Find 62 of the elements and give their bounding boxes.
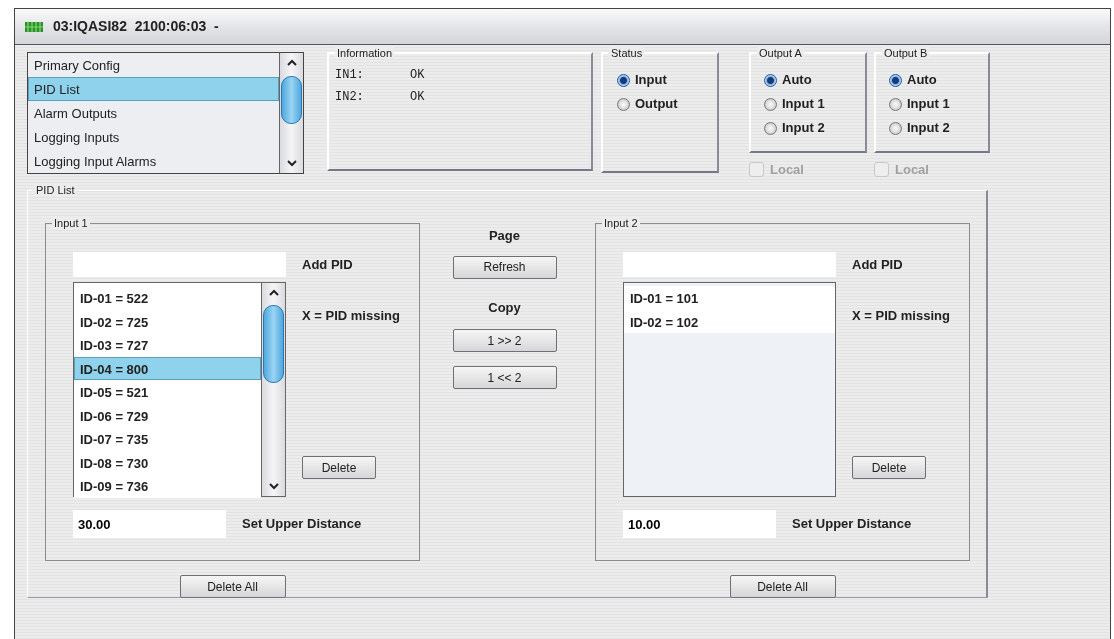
list-item[interactable]: Logging Inputs <box>28 125 279 149</box>
panel-title: Input 1 <box>52 217 90 229</box>
copy-button[interactable]: 1 << 2 <box>452 366 557 389</box>
copy-button[interactable]: 1 >> 2 <box>452 329 557 352</box>
info-value: OK <box>410 89 425 106</box>
delete-all-button[interactable]: Delete All <box>729 575 836 598</box>
input-field[interactable] <box>73 252 286 277</box>
app-icon <box>25 20 43 33</box>
field-label: Set Upper Distance <box>242 515 362 534</box>
panel-title: Output B <box>882 47 930 59</box>
panel-title: Information <box>335 47 395 59</box>
radio-button[interactable] <box>617 97 630 111</box>
section-label: Page <box>488 227 521 245</box>
legend-text: X = PID missing <box>852 307 950 325</box>
option-label: Input 2 <box>907 119 950 138</box>
info-label: IN2: <box>335 89 365 106</box>
option-label: Input 1 <box>782 95 825 114</box>
scrollbar[interactable] <box>279 53 303 173</box>
option-label: Input 2 <box>782 119 825 138</box>
list-item[interactable]: Alarm Outputs <box>28 101 279 125</box>
radio-button[interactable] <box>764 97 777 111</box>
legend-text: X = PID missing <box>302 307 400 325</box>
field-label: Add PID <box>852 255 903 274</box>
list-item[interactable]: Logging Input Alarms <box>28 149 279 173</box>
scrollbar[interactable] <box>261 283 285 496</box>
window-title: 03:IQASI82 2100:06:03 - <box>53 17 219 36</box>
panel-title: Output A <box>757 47 804 59</box>
info-label: IN1: <box>335 67 365 84</box>
list-item[interactable]: PID List <box>28 77 279 101</box>
option-label: Auto <box>907 71 937 90</box>
radio-button[interactable] <box>764 121 777 135</box>
option-label: Auto <box>782 71 812 90</box>
checkbox-label: Local <box>770 161 804 179</box>
delete-all-button[interactable]: Delete All <box>179 575 286 598</box>
panel-title: Status <box>609 47 645 59</box>
scroll-thumb[interactable] <box>281 76 302 124</box>
list-item[interactable]: ID-02 = 102 <box>624 309 835 333</box>
field-label: Add PID <box>302 255 353 274</box>
option-label: Input <box>635 71 667 90</box>
input-field[interactable] <box>623 252 836 277</box>
radio-button[interactable] <box>764 73 777 87</box>
radio-button[interactable] <box>617 73 630 87</box>
option-label: Output <box>635 95 678 114</box>
delete-button[interactable]: Delete <box>852 456 926 479</box>
input-field[interactable]: 10.00 <box>623 510 776 538</box>
delete-button[interactable]: Delete <box>302 456 376 479</box>
field-label: Set Upper Distance <box>792 515 912 534</box>
section-label: Copy <box>488 298 521 317</box>
radio-button[interactable] <box>889 73 902 87</box>
info-value: OK <box>410 67 425 84</box>
list-item[interactable]: ID-01 = 101 <box>624 286 835 310</box>
panel-title: PID List <box>34 184 77 196</box>
radio-button[interactable] <box>889 121 902 135</box>
option-label: Input 1 <box>907 95 950 114</box>
panel-title: Input 2 <box>602 217 640 229</box>
radio-button[interactable] <box>889 97 902 111</box>
list-item[interactable]: Primary Config <box>28 53 279 77</box>
checkbox-label: Local <box>895 161 929 179</box>
input-field[interactable]: 30.00 <box>73 510 226 538</box>
list-item[interactable]: ID-04 = 800 <box>74 356 261 380</box>
scroll-thumb[interactable] <box>263 305 284 383</box>
refresh-button[interactable]: Refresh <box>452 255 557 279</box>
